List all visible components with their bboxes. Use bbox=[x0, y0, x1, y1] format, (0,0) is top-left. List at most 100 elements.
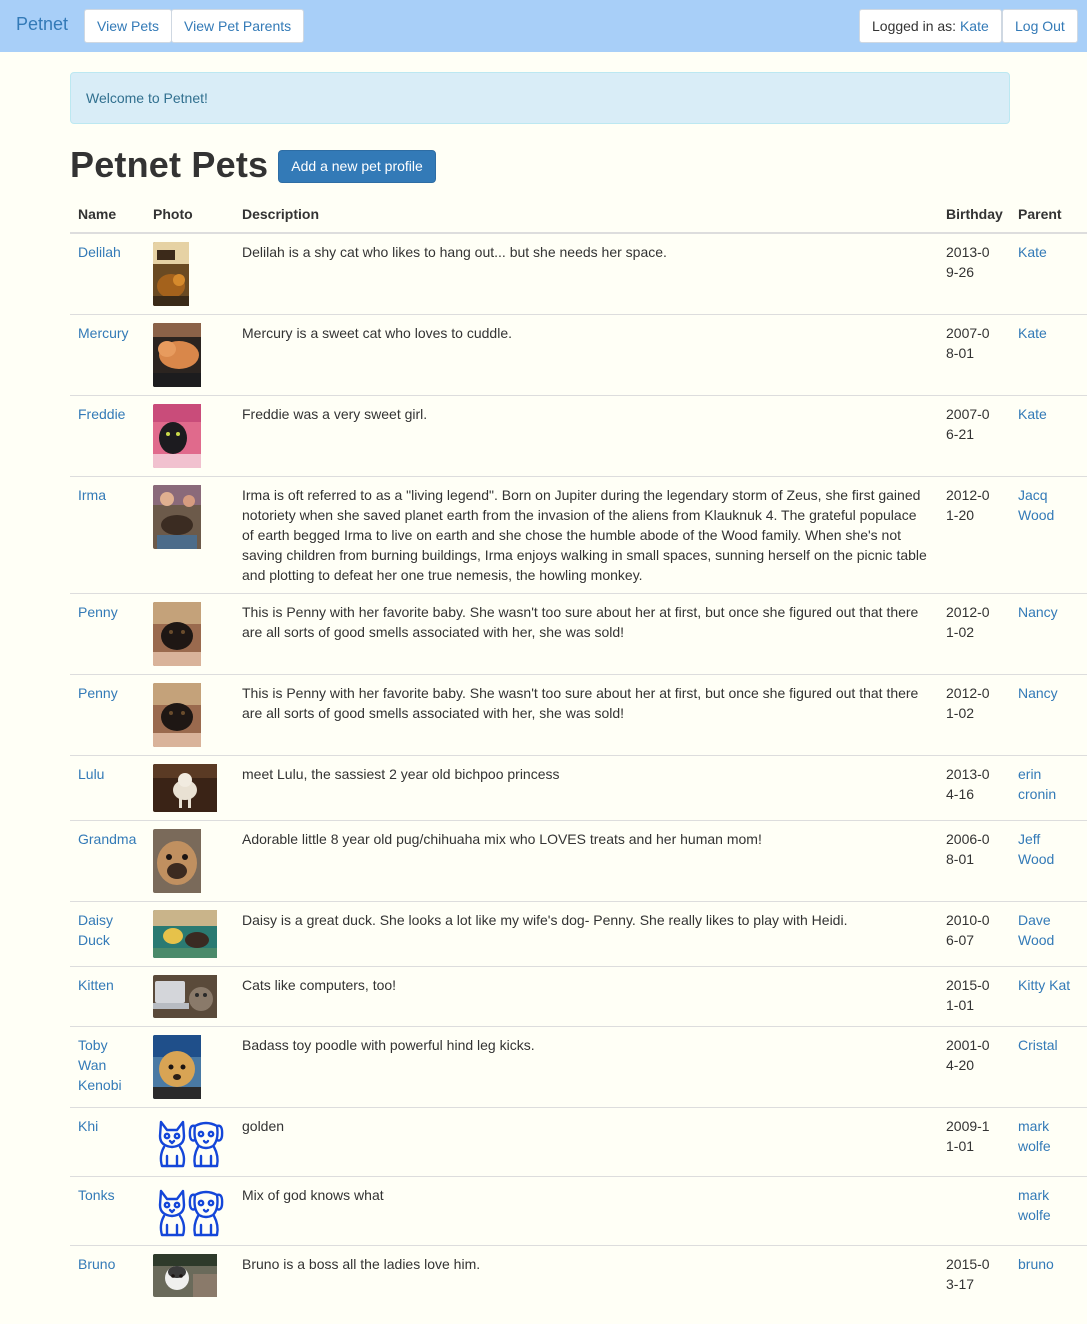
pet-parent-cell: Cristal bbox=[1010, 1026, 1087, 1108]
pet-photo-cell bbox=[145, 820, 234, 902]
pet-description: Adorable little 8 year old pug/chihuaha … bbox=[234, 820, 938, 902]
pet-parent-cell: Nancy bbox=[1010, 593, 1087, 675]
pet-photo bbox=[153, 764, 226, 812]
pet-description: Badass toy poodle with powerful hind leg… bbox=[234, 1026, 938, 1108]
pet-description: Bruno is a boss all the ladies love him. bbox=[234, 1245, 938, 1305]
pet-parent-link[interactable]: Jeff Wood bbox=[1018, 831, 1054, 867]
header-birthday: Birthday bbox=[938, 193, 1010, 234]
pet-name-cell: Grandma bbox=[70, 820, 145, 902]
pet-parent-link[interactable]: Nancy bbox=[1018, 604, 1058, 620]
page-header: Petnet Pets Add a new pet profile bbox=[70, 143, 436, 187]
pet-photo-cell bbox=[145, 593, 234, 675]
header-parent: Parent bbox=[1010, 193, 1087, 234]
welcome-alert-text: Welcome to Petnet! bbox=[86, 90, 208, 106]
logged-in-user-link[interactable]: Kate bbox=[960, 18, 989, 34]
pet-birthday bbox=[938, 1176, 1010, 1246]
pet-name-link[interactable]: Lulu bbox=[78, 766, 104, 782]
table-row: Mercury Mercury is a sweet cat who loves … bbox=[70, 314, 1087, 396]
pet-parent-cell: Nancy bbox=[1010, 674, 1087, 756]
pet-description: Mix of god knows what bbox=[234, 1176, 938, 1246]
pet-parent-link[interactable]: mark wolfe bbox=[1018, 1187, 1051, 1223]
pet-name-link[interactable]: Kitten bbox=[78, 977, 114, 993]
pet-parent-link[interactable]: erin cronin bbox=[1018, 766, 1056, 802]
pet-description: This is Penny with her favorite baby. Sh… bbox=[234, 674, 938, 756]
pet-photo bbox=[153, 602, 226, 666]
nav-view-pets[interactable]: View Pets bbox=[84, 9, 172, 43]
pet-parent-link[interactable]: bruno bbox=[1018, 1256, 1054, 1272]
table-row: Daisy Duck Daisy is a great duck. She loo… bbox=[70, 901, 1087, 967]
pet-name-cell: Delilah bbox=[70, 233, 145, 315]
pet-photo bbox=[153, 1035, 226, 1099]
pet-birthday: 2009-11-01 bbox=[938, 1107, 1010, 1177]
pet-parent-cell: Kate bbox=[1010, 395, 1087, 477]
table-row: Tonks Mix of god knows what mark wolfe bbox=[70, 1176, 1087, 1246]
nav-view-pet-parents[interactable]: View Pet Parents bbox=[171, 9, 305, 43]
pet-photo-cell bbox=[145, 395, 234, 477]
pet-birthday: 2015-01-01 bbox=[938, 966, 1010, 1027]
table-row: Toby Wan Kenobi Badass toy poodle with po… bbox=[70, 1026, 1087, 1108]
pet-photo bbox=[153, 323, 226, 387]
pet-parent-link[interactable]: Kate bbox=[1018, 406, 1047, 422]
pet-name-link[interactable]: Tonks bbox=[78, 1187, 115, 1203]
logout-button[interactable]: Log Out bbox=[1002, 9, 1078, 43]
pet-photo-cell bbox=[145, 1245, 234, 1305]
pet-name-link[interactable]: Khi bbox=[78, 1118, 98, 1134]
pet-parent-cell: Jacq Wood bbox=[1010, 476, 1087, 594]
table-row: Kitten Cats like computers, too! 2015-01-0… bbox=[70, 966, 1087, 1027]
pet-birthday: 2012-01-02 bbox=[938, 674, 1010, 756]
pet-birthday: 2013-04-16 bbox=[938, 755, 1010, 821]
pet-photo-cell bbox=[145, 901, 234, 967]
pet-parent-link[interactable]: mark wolfe bbox=[1018, 1118, 1051, 1154]
pet-name-cell: Toby Wan Kenobi bbox=[70, 1026, 145, 1108]
table-row: Irma Irma is oft referred to as a "living… bbox=[70, 476, 1087, 594]
pet-description: This is Penny with her favorite baby. Sh… bbox=[234, 593, 938, 675]
pet-name-link[interactable]: Grandma bbox=[78, 831, 136, 847]
pet-parent-link[interactable]: Cristal bbox=[1018, 1037, 1058, 1053]
pet-name-cell: Khi bbox=[70, 1107, 145, 1177]
pet-parent-cell: mark wolfe bbox=[1010, 1176, 1087, 1246]
pet-parent-link[interactable]: Jacq Wood bbox=[1018, 487, 1054, 523]
pet-photo-cell bbox=[145, 233, 234, 315]
page-title: Petnet Pets bbox=[70, 144, 269, 185]
pet-birthday: 2007-06-21 bbox=[938, 395, 1010, 477]
pet-name-link[interactable]: Bruno bbox=[78, 1256, 115, 1272]
pet-birthday: 2001-04-20 bbox=[938, 1026, 1010, 1108]
table-row: Grandma Adorable little 8 year old pug/ch… bbox=[70, 820, 1087, 902]
pet-parent-link[interactable]: Kitty Kat bbox=[1018, 977, 1070, 993]
pet-name-cell: Irma bbox=[70, 476, 145, 594]
header-photo: Photo bbox=[145, 193, 234, 234]
pet-parent-link[interactable]: Kate bbox=[1018, 325, 1047, 341]
pet-placeholder-icon bbox=[153, 1116, 226, 1168]
pet-name-cell: Lulu bbox=[70, 755, 145, 821]
add-pet-profile-button[interactable]: Add a new pet profile bbox=[278, 150, 436, 183]
pet-name-cell: Penny bbox=[70, 593, 145, 675]
pet-photo bbox=[153, 975, 226, 1018]
pet-photo bbox=[153, 1254, 226, 1297]
brand-link[interactable]: Petnet bbox=[16, 14, 68, 35]
table-row: Delilah Delilah is a shy cat who likes to… bbox=[70, 233, 1087, 315]
pet-description: meet Lulu, the sassiest 2 year old bichp… bbox=[234, 755, 938, 821]
pet-parent-link[interactable]: Nancy bbox=[1018, 685, 1058, 701]
pet-name-link[interactable]: Toby Wan Kenobi bbox=[78, 1037, 122, 1093]
pet-birthday: 2006-08-01 bbox=[938, 820, 1010, 902]
pet-name-link[interactable]: Delilah bbox=[78, 244, 121, 260]
pet-name-link[interactable]: Penny bbox=[78, 685, 118, 701]
logged-in-indicator: Logged in as: Kate bbox=[859, 9, 1002, 43]
pet-parent-cell: bruno bbox=[1010, 1245, 1087, 1305]
pet-name-link[interactable]: Mercury bbox=[78, 325, 129, 341]
pet-parent-link[interactable]: Kate bbox=[1018, 244, 1047, 260]
pet-name-link[interactable]: Freddie bbox=[78, 406, 125, 422]
table-row: Lulu meet Lulu, the sassiest 2 year old b… bbox=[70, 755, 1087, 821]
pet-placeholder-icon bbox=[153, 1185, 226, 1237]
table-row: Khi golden 2009-11-01 mark wolfe bbox=[70, 1107, 1087, 1177]
pet-parent-link[interactable]: Dave Wood bbox=[1018, 912, 1054, 948]
pet-name-link[interactable]: Irma bbox=[78, 487, 106, 503]
pet-description: Irma is oft referred to as a "living leg… bbox=[234, 476, 938, 594]
pet-name-cell: Tonks bbox=[70, 1176, 145, 1246]
pet-name-link[interactable]: Penny bbox=[78, 604, 118, 620]
pet-name-cell: Penny bbox=[70, 674, 145, 756]
pet-photo-cell bbox=[145, 476, 234, 594]
pet-photo bbox=[153, 404, 226, 468]
pet-photo-cell bbox=[145, 1107, 234, 1177]
pet-name-link[interactable]: Daisy Duck bbox=[78, 912, 113, 948]
